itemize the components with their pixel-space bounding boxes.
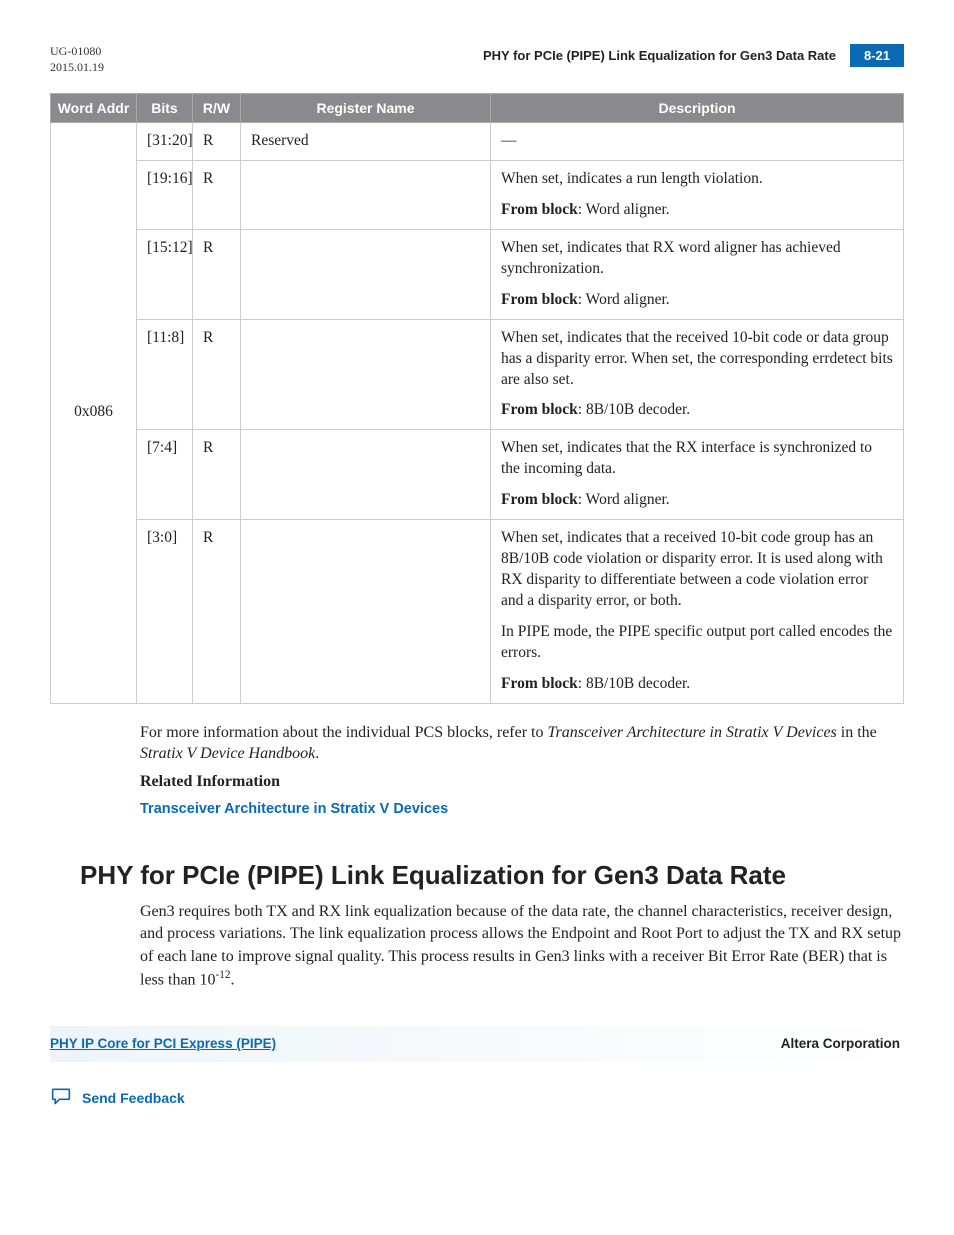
desc-fromblock: From block: Word aligner. xyxy=(501,200,893,221)
more-info-para: For more information about the individua… xyxy=(140,722,904,765)
para-text: . xyxy=(315,745,319,762)
doc-id: UG-01080 xyxy=(50,44,104,60)
header-title: PHY for PCIe (PIPE) Link Equalization fo… xyxy=(483,48,836,63)
cell-rw: R xyxy=(193,229,241,319)
cell-bits: [19:16] xyxy=(137,161,193,230)
feedback-row: Send Feedback xyxy=(50,1086,904,1111)
header-left: UG-01080 2015.01.19 xyxy=(50,44,104,75)
th-register-name: Register Name xyxy=(241,94,491,123)
related-info-label: Related Information xyxy=(140,771,904,793)
header-right: PHY for PCIe (PIPE) Link Equalization fo… xyxy=(483,44,904,67)
cell-bits: [3:0] xyxy=(137,520,193,703)
speech-bubble-icon xyxy=(50,1086,72,1111)
para-italic: Transceiver Architecture in Stratix V De… xyxy=(548,724,837,741)
para-text: Gen3 requires both TX and RX link equali… xyxy=(140,903,901,989)
cell-name xyxy=(241,430,491,520)
cell-bits: [11:8] xyxy=(137,319,193,430)
desc-text: When set, indicates that the RX interfac… xyxy=(501,438,893,480)
fromblock-label: From block xyxy=(501,291,578,308)
th-description: Description xyxy=(491,94,904,123)
fromblock-label: From block xyxy=(501,201,578,218)
desc-text: In PIPE mode, the PIPE specific output p… xyxy=(501,622,893,664)
cell-name: Reserved xyxy=(241,123,491,161)
cell-rw: R xyxy=(193,430,241,520)
fromblock-value: : 8B/10B decoder. xyxy=(578,675,690,692)
cell-name xyxy=(241,229,491,319)
table-row: [7:4] R When set, indicates that the RX … xyxy=(51,430,904,520)
fromblock-value: : Word aligner. xyxy=(578,491,670,508)
th-rw: R/W xyxy=(193,94,241,123)
desc-fromblock: From block: 8B/10B decoder. xyxy=(501,400,893,421)
para-text: in the xyxy=(837,724,877,741)
fromblock-label: From block xyxy=(501,491,578,508)
section-para: Gen3 requires both TX and RX link equali… xyxy=(140,901,904,992)
cell-name xyxy=(241,520,491,703)
page-header: UG-01080 2015.01.19 PHY for PCIe (PIPE) … xyxy=(50,44,904,75)
cell-desc: When set, indicates a run length violati… xyxy=(491,161,904,230)
table-row: [19:16] R When set, indicates a run leng… xyxy=(51,161,904,230)
cell-rw: R xyxy=(193,161,241,230)
page-number-chip: 8-21 xyxy=(850,44,904,67)
section-heading: PHY for PCIe (PIPE) Link Equalization fo… xyxy=(80,860,904,891)
desc-text: — xyxy=(501,132,517,149)
cell-desc: When set, indicates that RX word aligner… xyxy=(491,229,904,319)
desc-fromblock: From block: Word aligner. xyxy=(501,490,893,511)
para-text: For more information about the individua… xyxy=(140,724,548,741)
cell-bits: [31:20] xyxy=(137,123,193,161)
desc-text: When set, indicates that the received 10… xyxy=(501,328,893,391)
doc-date: 2015.01.19 xyxy=(50,60,104,76)
cell-rw: R xyxy=(193,520,241,703)
register-table: Word Addr Bits R/W Register Name Descrip… xyxy=(50,93,904,703)
related-info-link[interactable]: Transceiver Architecture in Stratix V De… xyxy=(140,801,448,817)
table-row: 0x086 [31:20] R Reserved — xyxy=(51,123,904,161)
cell-name xyxy=(241,161,491,230)
send-feedback-link[interactable]: Send Feedback xyxy=(82,1090,185,1106)
fromblock-value: : 8B/10B decoder. xyxy=(578,401,690,418)
cell-name xyxy=(241,319,491,430)
table-row: [11:8] R When set, indicates that the re… xyxy=(51,319,904,430)
fromblock-label: From block xyxy=(501,675,578,692)
footer-left-link[interactable]: PHY IP Core for PCI Express (PIPE) xyxy=(50,1036,276,1051)
cell-word-addr: 0x086 xyxy=(51,123,137,703)
cell-desc: When set, indicates that a received 10-b… xyxy=(491,520,904,703)
para-text: . xyxy=(230,972,234,989)
cell-bits: [15:12] xyxy=(137,229,193,319)
cell-rw: R xyxy=(193,319,241,430)
footer-right: Altera Corporation xyxy=(781,1036,900,1051)
cell-desc: When set, indicates that the RX interfac… xyxy=(491,430,904,520)
desc-text-a: In PIPE mode, the PIPE specific output p… xyxy=(501,623,820,640)
para-italic: Stratix V Device Handbook xyxy=(140,745,315,762)
desc-fromblock: From block: Word aligner. xyxy=(501,290,893,311)
after-table-block: For more information about the individua… xyxy=(140,722,904,820)
para-superscript: -12 xyxy=(216,969,231,981)
th-bits: Bits xyxy=(137,94,193,123)
cell-desc: When set, indicates that the received 10… xyxy=(491,319,904,430)
table-row: [3:0] R When set, indicates that a recei… xyxy=(51,520,904,703)
desc-text: When set, indicates that a received 10-b… xyxy=(501,528,893,612)
desc-fromblock: From block: 8B/10B decoder. xyxy=(501,674,893,695)
cell-rw: R xyxy=(193,123,241,161)
cell-desc: — xyxy=(491,123,904,161)
fromblock-value: : Word aligner. xyxy=(578,291,670,308)
table-row: [15:12] R When set, indicates that RX wo… xyxy=(51,229,904,319)
cell-bits: [7:4] xyxy=(137,430,193,520)
fromblock-label: From block xyxy=(501,401,578,418)
table-header-row: Word Addr Bits R/W Register Name Descrip… xyxy=(51,94,904,123)
th-word-addr: Word Addr xyxy=(51,94,137,123)
desc-text: When set, indicates that RX word aligner… xyxy=(501,238,893,280)
desc-text: When set, indicates a run length violati… xyxy=(501,169,893,190)
page-footer: PHY IP Core for PCI Express (PIPE) Alter… xyxy=(50,1026,904,1062)
fromblock-value: : Word aligner. xyxy=(578,201,670,218)
